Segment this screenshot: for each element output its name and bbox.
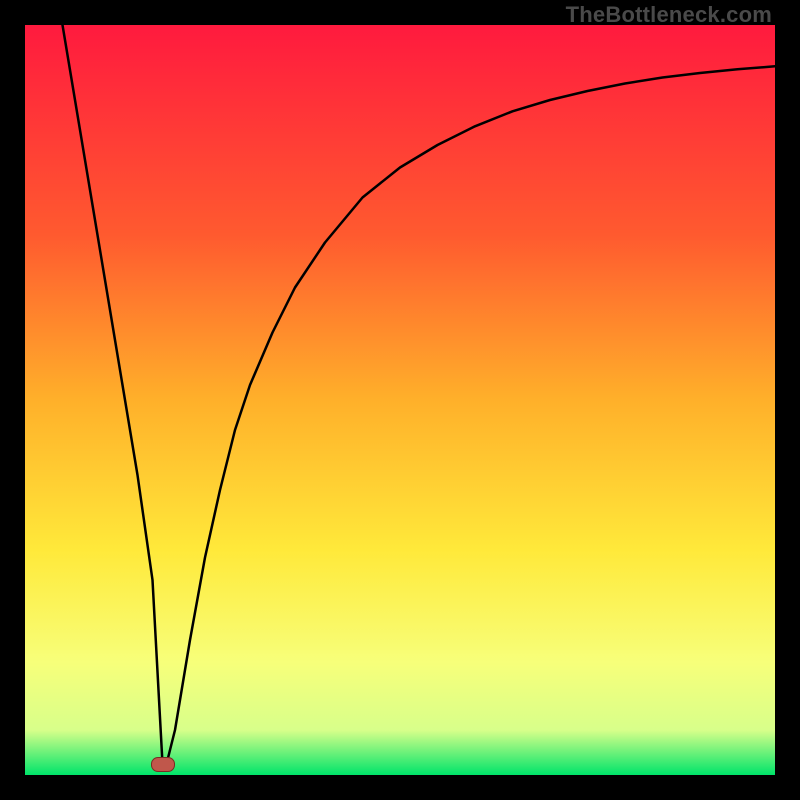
watermark-text: TheBottleneck.com xyxy=(566,2,772,28)
bottleneck-curve xyxy=(25,25,775,775)
plot-area xyxy=(25,25,775,775)
chart-frame xyxy=(25,25,775,775)
optimal-marker xyxy=(151,757,175,772)
